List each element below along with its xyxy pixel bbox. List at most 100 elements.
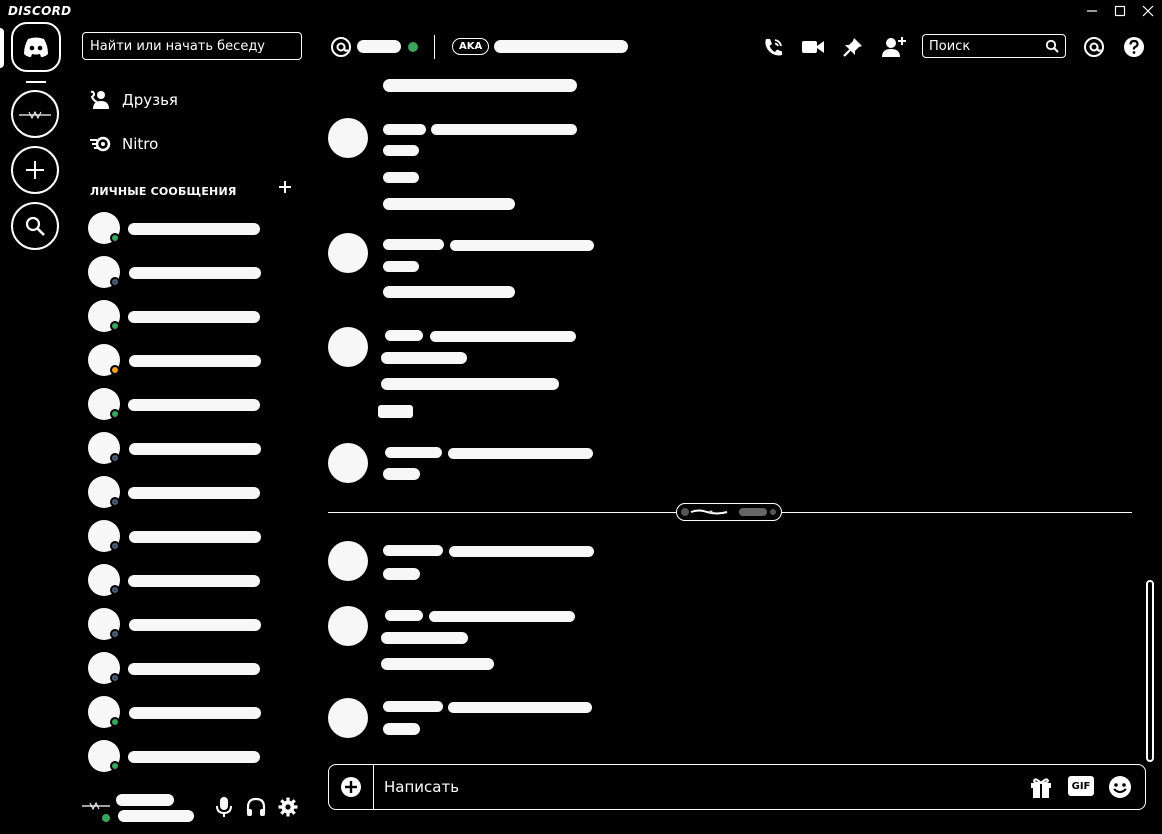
- gif-picker-button[interactable]: GIF: [1068, 776, 1094, 796]
- message-avatar[interactable]: [328, 118, 368, 158]
- dm-name-redacted: [129, 619, 261, 631]
- message-avatar[interactable]: [328, 327, 368, 367]
- dm-list-item[interactable]: [86, 208, 286, 248]
- status-offline-dot: [110, 673, 120, 683]
- message-author-redacted[interactable]: [383, 545, 443, 556]
- message-timestamp-redacted: [431, 124, 577, 135]
- message-timestamp-redacted: [429, 611, 575, 622]
- message-text-redacted: [381, 352, 467, 364]
- search-input[interactable]: Поиск: [922, 34, 1066, 58]
- message-text-redacted: [383, 198, 515, 210]
- message-author-redacted[interactable]: [385, 610, 423, 621]
- dm-list-item[interactable]: [86, 472, 286, 512]
- message-text-redacted: [383, 286, 515, 298]
- status-online-dot: [110, 761, 120, 771]
- message-text-redacted: [383, 79, 577, 92]
- pinned-messages-button[interactable]: [840, 34, 866, 60]
- user-avatar[interactable]: [80, 792, 112, 824]
- message-author-redacted[interactable]: [385, 447, 442, 458]
- dm-list-item[interactable]: [86, 384, 286, 424]
- start-video-call-button[interactable]: [800, 34, 826, 60]
- explore-servers-button[interactable]: [11, 202, 59, 250]
- at-icon: [328, 34, 354, 60]
- dm-list-item[interactable]: [86, 516, 286, 556]
- help-button[interactable]: [1121, 34, 1147, 60]
- plus-circle-icon: [340, 776, 362, 798]
- dm-name-redacted: [129, 531, 261, 543]
- search-icon: [1045, 39, 1059, 53]
- nav-nitro-label: Nitro: [122, 135, 159, 153]
- dm-list-item[interactable]: [86, 252, 286, 292]
- dm-list-item[interactable]: [86, 296, 286, 336]
- close-window-button[interactable]: [1134, 0, 1162, 22]
- scrollbar-thumb[interactable]: [1146, 580, 1154, 762]
- direct-messages-header: ЛИЧНЫЕ СООБЩЕНИЯ: [90, 185, 237, 198]
- add-user-icon: [881, 36, 907, 58]
- dm-list-item[interactable]: [86, 648, 286, 688]
- message-author-redacted[interactable]: [385, 330, 423, 341]
- message-author-redacted[interactable]: [383, 239, 444, 250]
- minimize-button[interactable]: [1078, 0, 1106, 22]
- dm-name-redacted: [129, 707, 261, 719]
- microphone-icon: [214, 796, 234, 818]
- at-icon: [1083, 36, 1105, 58]
- add-server-button[interactable]: [11, 146, 59, 194]
- create-dm-button[interactable]: [278, 180, 292, 194]
- start-voice-call-button[interactable]: [760, 34, 786, 60]
- dm-list-item[interactable]: [86, 692, 286, 732]
- message-avatar[interactable]: [328, 443, 368, 483]
- username-redacted: [116, 794, 174, 806]
- message-avatar[interactable]: [328, 541, 368, 581]
- dm-list-item[interactable]: [86, 604, 286, 644]
- message-avatar[interactable]: [328, 698, 368, 738]
- dm-list-item[interactable]: [86, 736, 286, 776]
- nav-friends-label: Друзья: [122, 91, 178, 109]
- add-friends-to-dm-button[interactable]: [881, 34, 907, 60]
- dm-name-redacted: [129, 443, 261, 455]
- message-text-redacted: [383, 145, 419, 156]
- dm-name-redacted: [129, 355, 261, 367]
- user-settings-button[interactable]: [277, 796, 299, 818]
- status-online-dot: [110, 233, 120, 243]
- dm-list-item[interactable]: [86, 428, 286, 468]
- date-divider-label-redacted: [676, 503, 782, 521]
- header-divider: [434, 35, 435, 59]
- user-panel: [78, 786, 308, 832]
- deafen-button[interactable]: [245, 796, 267, 818]
- nav-friends[interactable]: Друзья: [88, 85, 178, 115]
- search-icon: [24, 215, 46, 237]
- plus-icon: [24, 159, 46, 181]
- message-avatar[interactable]: [328, 233, 368, 273]
- status-offline-dot: [110, 497, 120, 507]
- home-button[interactable]: [11, 22, 61, 72]
- maximize-button[interactable]: [1106, 0, 1134, 22]
- status-idle-dot: [110, 365, 120, 375]
- mentions-button[interactable]: [1081, 34, 1107, 60]
- message-text-redacted: [378, 405, 413, 418]
- message-timestamp-redacted: [448, 448, 593, 459]
- dm-name-redacted: [128, 663, 260, 675]
- rail-separator: [26, 81, 46, 83]
- server-icon[interactable]: [11, 90, 59, 138]
- message-avatar[interactable]: [328, 606, 368, 646]
- status-online-dot: [110, 321, 120, 331]
- emoji-picker-button[interactable]: [1108, 775, 1132, 799]
- message-author-redacted[interactable]: [383, 701, 443, 712]
- phone-call-icon: [762, 36, 784, 58]
- message-author-redacted[interactable]: [383, 124, 426, 135]
- dm-name-redacted: [128, 223, 260, 235]
- dm-list-item[interactable]: [86, 340, 286, 380]
- plus-icon: [278, 180, 292, 194]
- message-input[interactable]: Написать: [384, 778, 459, 796]
- dm-name-redacted: [128, 575, 260, 587]
- message-timestamp-redacted: [448, 702, 592, 713]
- dm-list-item[interactable]: [86, 560, 286, 600]
- nav-nitro[interactable]: Nitro: [88, 129, 158, 159]
- message-timestamp-redacted: [449, 546, 594, 557]
- find-conversation-button[interactable]: Найти или начать беседу: [82, 32, 302, 60]
- upload-button[interactable]: [340, 776, 362, 798]
- app-title: DISCORD: [8, 4, 72, 18]
- channel-name-redacted: [357, 40, 401, 53]
- send-gift-button[interactable]: [1029, 775, 1053, 799]
- mute-button[interactable]: [214, 796, 234, 818]
